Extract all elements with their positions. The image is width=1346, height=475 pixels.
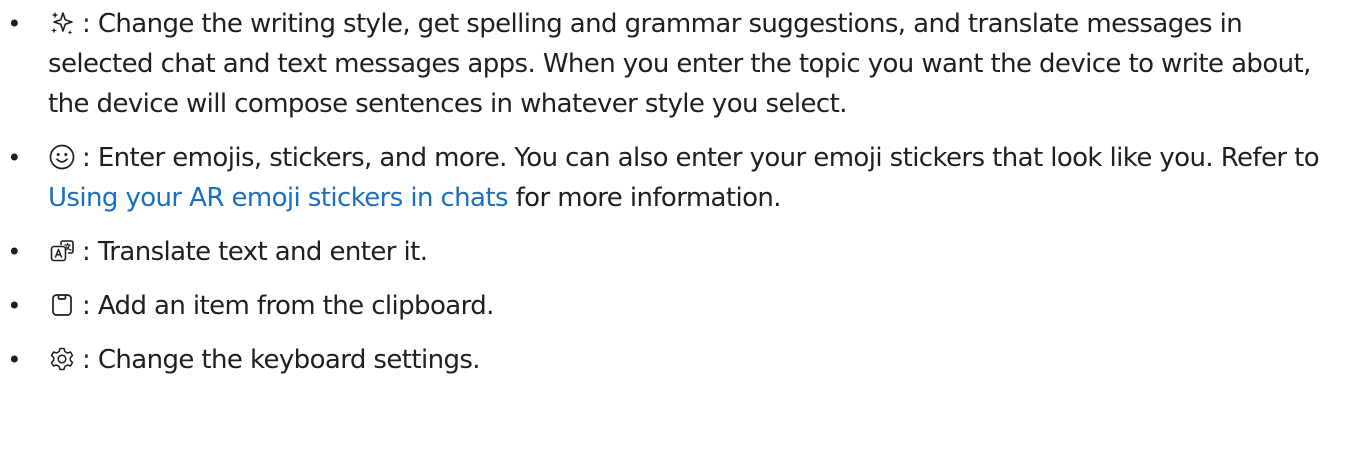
gear-icon bbox=[48, 345, 76, 373]
smiley-face-icon bbox=[48, 143, 76, 171]
translate-icon bbox=[48, 237, 76, 265]
list-item-writing-assist: • : Change the writing style, get spelli… bbox=[0, 4, 1346, 124]
bullet: • bbox=[7, 346, 21, 374]
bullet: • bbox=[7, 238, 21, 266]
feature-list: • : Change the writing style, get spelli… bbox=[0, 4, 1346, 380]
list-item-settings: • : Change the keyboard settings. bbox=[0, 340, 1346, 380]
item-text: : Change the keyboard settings. bbox=[82, 345, 481, 375]
item-text: : Translate text and enter it. bbox=[82, 237, 428, 267]
item-text: : Change the writing style, get spelling… bbox=[48, 9, 1311, 119]
bullet: • bbox=[7, 292, 21, 320]
bullet: • bbox=[7, 144, 21, 172]
item-text: : Add an item from the clipboard. bbox=[82, 291, 494, 321]
list-item-clipboard: • : Add an item from the clipboard. bbox=[0, 286, 1346, 326]
list-item-emoji: • : Enter emojis, stickers, and more. Yo… bbox=[0, 138, 1346, 218]
bullet: • bbox=[7, 10, 21, 38]
sparkle-ai-icon bbox=[48, 9, 76, 37]
clipboard-icon bbox=[48, 291, 76, 319]
item-text-before: : Enter emojis, stickers, and more. You … bbox=[82, 143, 1320, 173]
item-text-after: for more information. bbox=[507, 183, 782, 213]
list-item-translate: • : Translate text and enter it. bbox=[0, 232, 1346, 272]
ar-emoji-stickers-link[interactable]: Using your AR emoji stickers in chats bbox=[48, 183, 509, 213]
